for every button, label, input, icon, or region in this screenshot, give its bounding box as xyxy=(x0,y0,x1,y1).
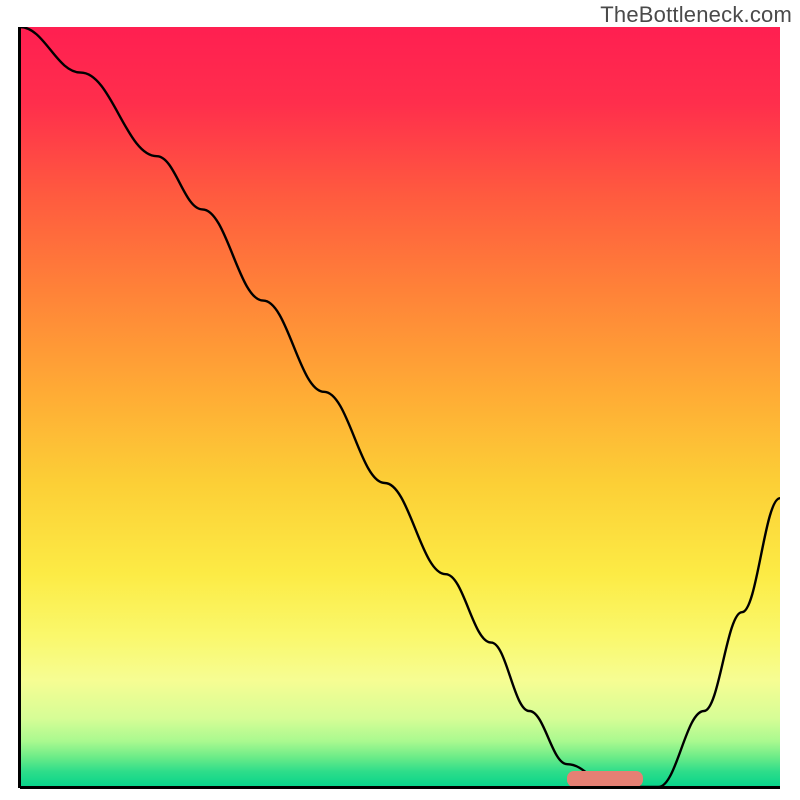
chart-curve-svg xyxy=(20,27,780,787)
x-axis-line xyxy=(20,786,780,789)
chart-curve-path xyxy=(20,27,780,787)
optimum-marker xyxy=(567,771,643,787)
y-axis-line xyxy=(18,27,21,788)
watermark-label: TheBottleneck.com xyxy=(600,2,792,28)
